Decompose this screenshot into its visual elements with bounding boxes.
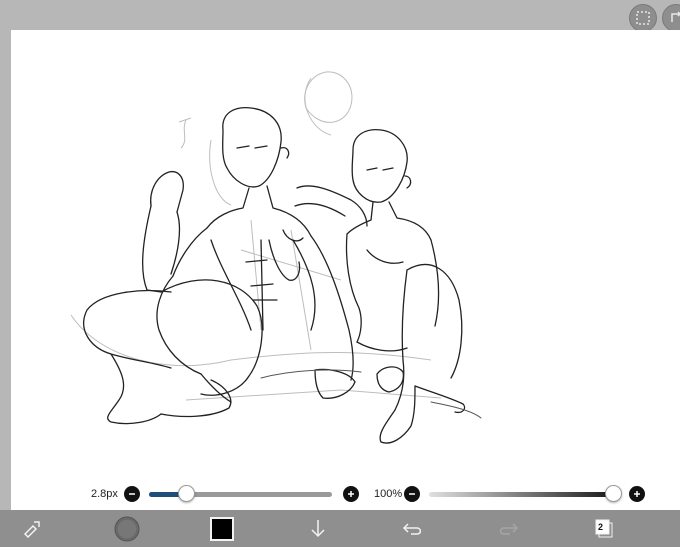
brush-size-knob[interactable] [177, 485, 195, 502]
color-swatch-icon[interactable] [208, 515, 236, 543]
brush-size-decrease-button[interactable] [124, 486, 140, 502]
opacity-label: 100% [374, 488, 403, 500]
current-color-swatch [210, 517, 234, 541]
transform-icon[interactable] [662, 4, 680, 32]
top-bar [0, 0, 680, 32]
redo-icon[interactable] [494, 515, 522, 543]
bottom-toolbar: 2 [0, 510, 680, 547]
tools-icon[interactable] [18, 515, 46, 543]
layer-count: 2 [598, 522, 604, 532]
selection-icon[interactable] [629, 4, 657, 32]
brush-size-slider[interactable] [149, 492, 332, 497]
undo-icon[interactable] [399, 515, 427, 543]
opacity-slider[interactable] [429, 492, 621, 497]
layers-icon[interactable]: 2 [590, 515, 618, 543]
sketch-drawing [70, 71, 482, 444]
opacity-decrease-button[interactable] [404, 486, 420, 502]
download-icon[interactable] [304, 515, 332, 543]
brush-size-label: 2.8px [91, 488, 118, 500]
brush-size-increase-button[interactable] [343, 486, 359, 502]
drawing-canvas[interactable] [11, 30, 680, 478]
brush-preview-icon[interactable] [113, 515, 141, 543]
opacity-knob[interactable] [605, 485, 622, 502]
opacity-increase-button[interactable] [629, 486, 645, 502]
slider-row: 2.8px 100% [11, 478, 680, 510]
